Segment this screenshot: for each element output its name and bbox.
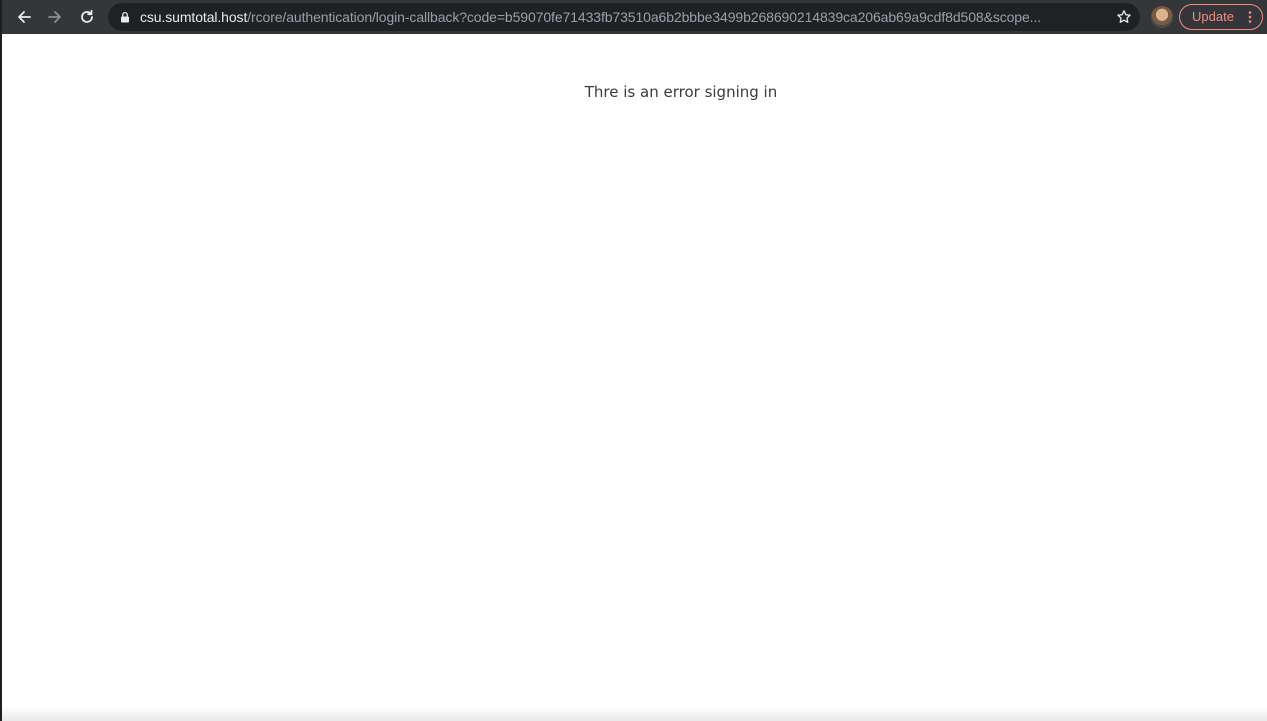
url-path: /rcore/authentication/login-callback?cod… [247,9,1042,25]
arrow-left-icon [18,11,31,23]
address-bar-url[interactable]: csu.sumtotal.host/rcore/authentication/l… [140,3,1100,31]
reload-button[interactable] [75,5,99,29]
forward-button[interactable] [43,5,67,29]
lock-icon [121,11,129,23]
reload-icon [81,9,93,23]
bottom-shadow [2,707,1267,721]
browser-window: csu.sumtotal.host/rcore/authentication/l… [0,0,1267,721]
profile-avatar[interactable] [1151,6,1173,28]
update-button[interactable]: Update [1179,4,1263,30]
update-button-label: Update [1192,9,1234,24]
error-message: Thre is an error signing in [584,83,778,101]
arrow-right-icon [48,11,61,23]
address-bar[interactable]: csu.sumtotal.host/rcore/authentication/l… [108,3,1140,31]
vertical-dots-icon [1248,11,1252,23]
browser-toolbar: csu.sumtotal.host/rcore/authentication/l… [2,0,1267,34]
star-icon[interactable] [1116,9,1132,25]
page-content: Thre is an error signing in [2,34,1267,721]
back-button[interactable] [12,5,36,29]
url-host: csu.sumtotal.host [140,9,248,25]
